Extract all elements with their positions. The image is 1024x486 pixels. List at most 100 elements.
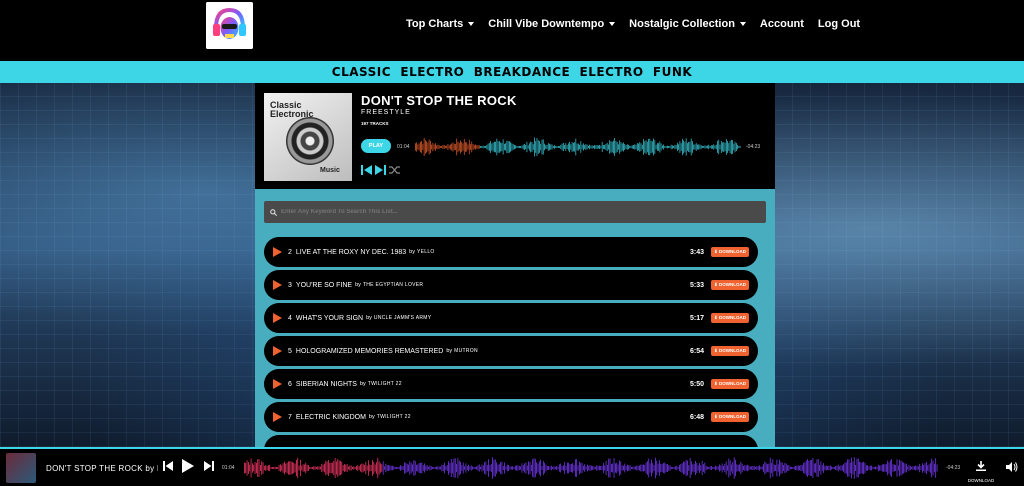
wave-bar (465, 463, 467, 473)
wave-bar (901, 461, 903, 475)
wave-bar (907, 466, 909, 470)
wave-bar (596, 465, 598, 471)
wave-bar (555, 146, 557, 148)
wave-bar (552, 467, 554, 469)
wave-bar (683, 461, 684, 475)
nav-top-charts[interactable]: Top Charts (406, 18, 475, 30)
wave-bar (659, 460, 660, 476)
wave-bar (712, 145, 713, 149)
wave-bar (365, 461, 367, 475)
wave-bar (710, 145, 712, 149)
wave-bar (437, 466, 439, 470)
wave-bar (451, 143, 453, 151)
volume-icon[interactable] (1006, 461, 1018, 473)
wave-bar (608, 458, 610, 478)
track-row[interactable]: 6 SIBERIAN NIGHTS by TWILIGHT 22 5:50 ⬇ … (264, 369, 758, 399)
wave-bar (714, 145, 716, 149)
wave-bar (388, 464, 389, 472)
wave-bar (544, 143, 545, 151)
wave-bar (632, 466, 634, 470)
player-download-button[interactable]: DOWNLOAD (966, 458, 996, 483)
wave-bar (819, 464, 820, 472)
wave-bar (652, 462, 654, 474)
wave-bar (639, 142, 641, 152)
wave-bar (674, 144, 676, 150)
wave-bar (687, 143, 688, 151)
play-icon[interactable] (273, 346, 282, 356)
wave-bar (591, 145, 593, 149)
wave-bar (679, 464, 680, 472)
track-row[interactable]: 3 YOU'RE SO FINE by THE EGYPTIAN LOVER 5… (264, 270, 758, 300)
download-button[interactable]: ⬇ DOWNLOAD (710, 280, 749, 290)
wave-bar (704, 462, 706, 474)
wave-bar (915, 465, 917, 471)
wave-bar (649, 138, 651, 156)
wave-bar (570, 144, 572, 150)
track-row-partial[interactable] (264, 435, 758, 447)
play-icon[interactable] (273, 412, 282, 422)
wave-bar (443, 145, 445, 149)
next-icon[interactable] (204, 461, 214, 471)
wave-bar (461, 465, 463, 471)
track-number: 2 (288, 248, 292, 256)
track-row[interactable]: 4 WHAT'S YOUR SIGN by UNCLE JAMM'S ARMY … (264, 303, 758, 333)
play-icon[interactable] (273, 280, 282, 290)
waveform-seek-bar[interactable] (415, 137, 741, 157)
play-button[interactable]: PLAY (361, 139, 391, 153)
download-button[interactable]: ⬇ DOWNLOAD (710, 247, 749, 257)
skip-back-icon[interactable] (361, 165, 372, 175)
wave-bar (668, 465, 670, 471)
wave-bar (484, 462, 485, 474)
wave-bar (268, 465, 269, 471)
download-button[interactable]: ⬇ DOWNLOAD (710, 346, 749, 356)
download-button[interactable]: ⬇ DOWNLOAD (710, 313, 749, 323)
wave-bar (671, 467, 672, 469)
track-row[interactable]: 5 HOLOGRAMIZED MEMORIES REMASTERED by MU… (264, 336, 758, 366)
wave-bar (470, 144, 471, 150)
play-icon[interactable] (273, 313, 282, 323)
search-input[interactable] (281, 209, 761, 215)
wave-bar (504, 462, 505, 474)
previous-icon[interactable] (163, 461, 173, 471)
wave-bar (550, 144, 552, 150)
shuffle-icon[interactable] (389, 165, 400, 175)
nav-chill-vibe-downtempo[interactable]: Chill Vibe Downtempo (488, 18, 616, 30)
player-waveform-seek-bar[interactable] (244, 457, 938, 479)
wave-bar (438, 145, 440, 149)
play-icon[interactable] (273, 247, 282, 257)
wave-bar (708, 144, 710, 150)
wave-bar (836, 465, 838, 471)
wave-bar (785, 463, 787, 473)
wave-bar (617, 464, 619, 472)
play-icon[interactable] (182, 459, 194, 473)
skip-forward-icon[interactable] (375, 165, 386, 175)
wave-bar (260, 465, 261, 471)
logo[interactable] (206, 2, 253, 49)
wave-bar (429, 465, 431, 471)
wave-bar (433, 466, 435, 470)
wave-bar (272, 467, 273, 469)
wave-bar (562, 465, 564, 471)
nav-log-out[interactable]: Log Out (818, 18, 860, 30)
track-row[interactable]: 7 ELECTRIC KINGDOM by TWILIGHT 22 6:48 ⬇… (264, 402, 758, 432)
nav-account[interactable]: Account (760, 18, 804, 30)
wave-bar (840, 465, 842, 471)
wave-bar (609, 458, 611, 478)
wave-bar (436, 466, 437, 470)
track-row[interactable]: 2 LIVE AT THE ROXY NY DEC. 1983 by YELLO… (264, 237, 758, 267)
wave-bar (499, 141, 500, 153)
wave-bar (772, 459, 774, 477)
wave-bar (640, 143, 642, 151)
download-button[interactable]: ⬇ DOWNLOAD (710, 412, 749, 422)
wave-bar (422, 143, 424, 151)
wave-bar (457, 141, 459, 153)
play-icon[interactable] (273, 379, 282, 389)
download-button[interactable]: ⬇ DOWNLOAD (710, 379, 749, 389)
wave-bar (839, 466, 840, 470)
top-nav-bar: Top Charts Chill Vibe Downtempo Nostalgi… (0, 0, 1024, 61)
nav-nostalgic-collection[interactable]: Nostalgic Collection (629, 18, 746, 30)
wave-bar (397, 467, 399, 469)
wave-bar (584, 464, 586, 472)
chevron-down-icon (468, 22, 475, 26)
wave-bar (649, 463, 651, 473)
